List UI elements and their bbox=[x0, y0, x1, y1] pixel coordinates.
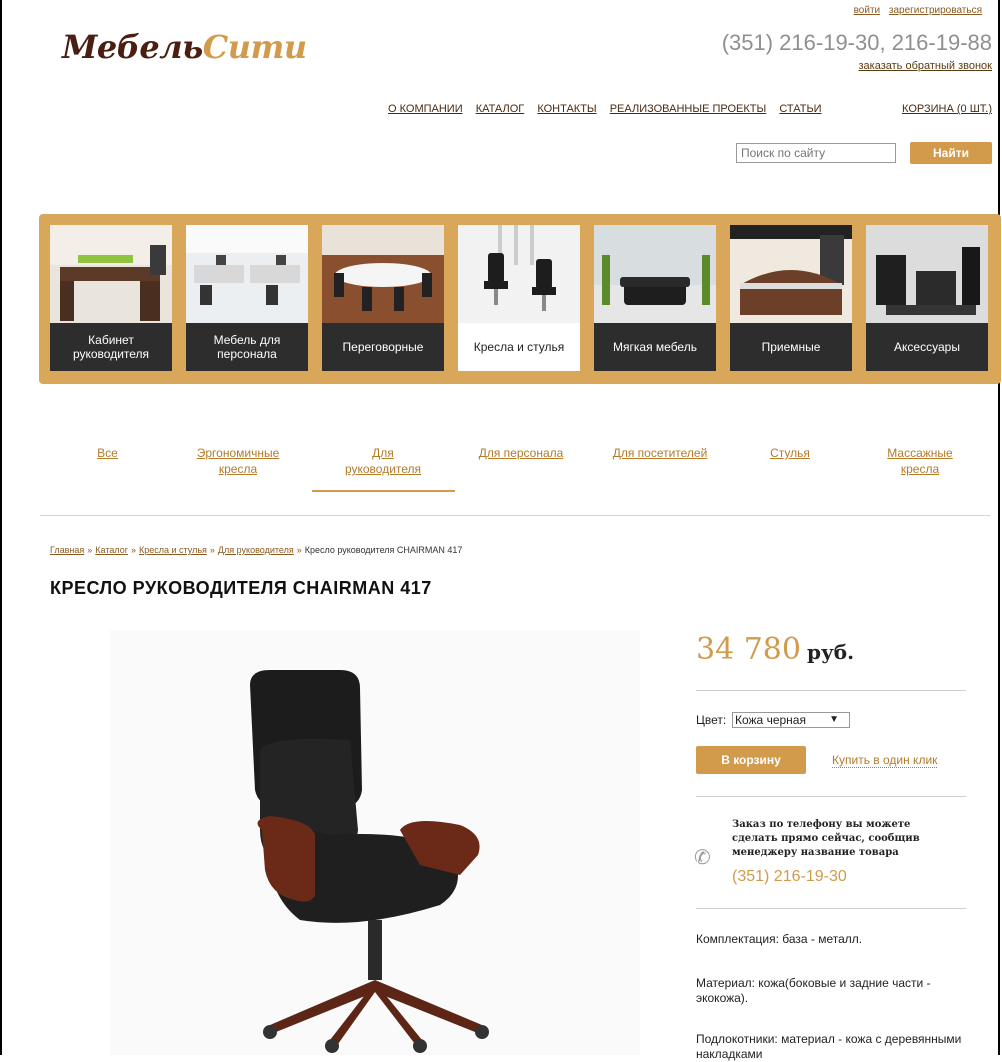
breadcrumb-separator: » bbox=[131, 545, 137, 555]
category-image bbox=[322, 225, 444, 323]
divider bbox=[696, 690, 966, 691]
nav-item-articles[interactable]: СТАТЬИ bbox=[779, 103, 821, 115]
nav-item-company[interactable]: О КОМПАНИИ bbox=[388, 103, 463, 115]
subnav-item-chairs[interactable]: Стулья bbox=[755, 445, 825, 461]
divider bbox=[696, 796, 966, 797]
breadcrumb-link-executive[interactable]: Для руководителя bbox=[218, 545, 294, 555]
search-button[interactable]: Найти bbox=[910, 142, 992, 164]
category-image bbox=[866, 225, 988, 323]
category-image bbox=[458, 225, 580, 323]
subnav-active-indicator bbox=[312, 490, 455, 492]
nav-item-catalog[interactable]: КАТАЛОГ bbox=[476, 103, 525, 115]
breadcrumb: Главная» Каталог» Кресла и стулья» Для руко… bbox=[50, 545, 462, 555]
nav-item-contacts[interactable]: КОНТАКТЫ bbox=[537, 103, 596, 115]
color-select-value: Кожа черная bbox=[735, 713, 806, 727]
category-image bbox=[186, 225, 308, 323]
spec-armrests: Подлокотники: материал - кожа с деревянн… bbox=[696, 1032, 962, 1061]
subnav-item-executive[interactable]: Для руководителя bbox=[333, 445, 433, 477]
category-soft[interactable]: Мягкая мебель bbox=[594, 225, 716, 371]
login-link[interactable]: войти bbox=[854, 5, 881, 16]
category-label: Мягкая мебель bbox=[594, 323, 716, 371]
category-chairs[interactable]: Кресла и стулья bbox=[458, 225, 580, 371]
category-image bbox=[594, 225, 716, 323]
nav-item-projects[interactable]: РЕАЛИЗОВАННЫЕ ПРОЕКТЫ bbox=[610, 103, 767, 115]
divider bbox=[40, 515, 990, 516]
cart-link[interactable]: КОРЗИНА (0 ШТ.) bbox=[902, 103, 992, 115]
breadcrumb-link-catalog[interactable]: Каталог bbox=[95, 545, 128, 555]
category-image bbox=[730, 225, 852, 323]
breadcrumb-separator: » bbox=[209, 545, 215, 555]
category-image bbox=[50, 225, 172, 323]
dropdown-arrow-icon: ▼ bbox=[829, 714, 839, 725]
category-label: Аксессуары bbox=[866, 323, 988, 371]
breadcrumb-separator: » bbox=[296, 545, 302, 555]
color-label: Цвет: bbox=[696, 713, 727, 727]
subnav-item-ergonomic[interactable]: Эргономичные кресла bbox=[188, 445, 288, 477]
category-bar: Кабинет руководителя Мебель для персонал… bbox=[39, 214, 1001, 384]
auth-links: войти зарегистрироваться bbox=[848, 5, 982, 16]
category-cabinet[interactable]: Кабинет руководителя bbox=[50, 225, 172, 371]
subnav-item-all[interactable]: Все bbox=[85, 445, 130, 461]
top-nav: О КОМПАНИИ КАТАЛОГ КОНТАКТЫ РЕАЛИЗОВАННЫ… bbox=[388, 103, 832, 115]
category-label: Кабинет руководителя bbox=[50, 323, 172, 371]
price-currency: руб. bbox=[806, 640, 855, 664]
color-select[interactable]: Кожа черная ▼ bbox=[732, 712, 850, 728]
category-label: Мебель для персонала bbox=[186, 323, 308, 371]
breadcrumb-separator: » bbox=[87, 545, 93, 555]
phone-icon: ✆ bbox=[694, 847, 711, 869]
subnav-item-massage[interactable]: Массажные кресла bbox=[870, 445, 970, 477]
spec-material: Материал: кожа(боковые и задние части - … bbox=[696, 976, 931, 1005]
phone-order-text: Заказ по телефону вы можете сделать прям… bbox=[732, 819, 920, 858]
logo-text-accent: Сити bbox=[202, 28, 307, 66]
category-staff[interactable]: Мебель для персонала bbox=[186, 225, 308, 371]
callback-link[interactable]: заказать обратный звонок bbox=[859, 60, 992, 72]
buy-one-click-link[interactable]: Купить в один клик bbox=[832, 753, 938, 768]
page-title: КРЕСЛО РУКОВОДИТЕЛЯ CHAIRMAN 417 bbox=[50, 578, 432, 598]
category-label: Приемные bbox=[730, 323, 852, 371]
product-image[interactable] bbox=[110, 630, 640, 1055]
logo-text-main: Мебель bbox=[62, 28, 203, 66]
category-label: Кресла и стулья bbox=[458, 323, 580, 371]
category-meeting[interactable]: Переговорные bbox=[322, 225, 444, 371]
category-label: Переговорные bbox=[322, 323, 444, 371]
site-logo[interactable]: МебельСити bbox=[62, 28, 307, 66]
order-phone-number: (351) 216-19-30 bbox=[732, 868, 847, 885]
spec-equipment: Комплектация: база - металл. bbox=[696, 932, 863, 946]
subnav-item-visitors[interactable]: Для посетителей bbox=[610, 445, 710, 461]
breadcrumb-current: Кресло руководителя CHAIRMAN 417 bbox=[304, 545, 463, 555]
category-reception[interactable]: Приемные bbox=[730, 225, 852, 371]
breadcrumb-link-home[interactable]: Главная bbox=[50, 545, 84, 555]
product-price: 34 780 руб. bbox=[696, 632, 854, 667]
add-to-cart-button[interactable]: В корзину bbox=[696, 746, 806, 774]
category-accessories[interactable]: Аксессуары bbox=[866, 225, 988, 371]
register-link[interactable]: зарегистрироваться bbox=[889, 5, 982, 16]
price-value: 34 780 bbox=[696, 632, 801, 667]
header-phones: (351) 216-19-30, 216-19-88 bbox=[721, 30, 992, 55]
breadcrumb-link-chairs[interactable]: Кресла и стулья bbox=[139, 545, 207, 555]
subnav-item-staff[interactable]: Для персонала bbox=[470, 445, 572, 461]
divider bbox=[696, 908, 966, 909]
search-input[interactable] bbox=[736, 143, 896, 163]
